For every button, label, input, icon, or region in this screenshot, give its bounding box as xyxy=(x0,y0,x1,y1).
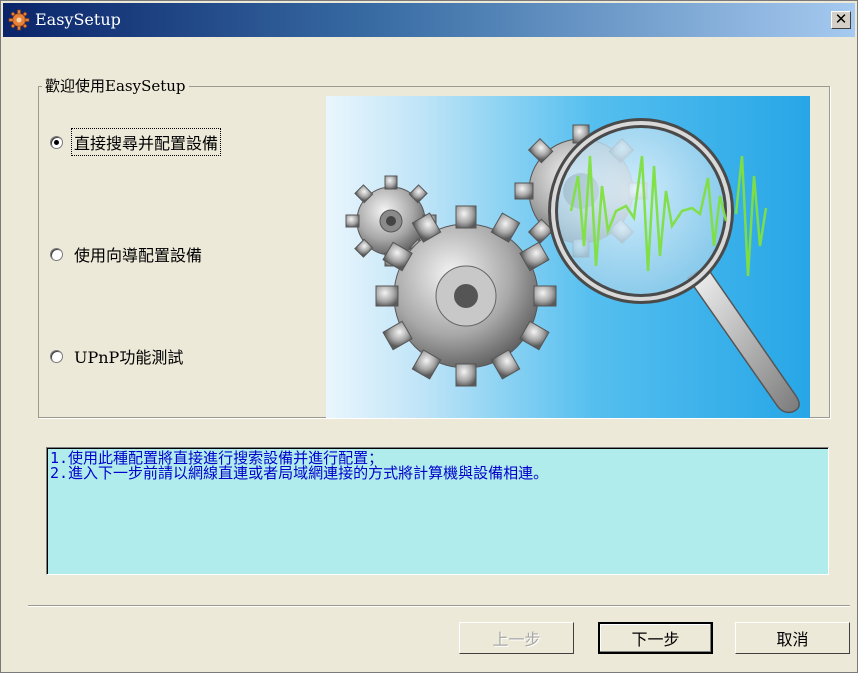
radio-direct-search[interactable]: 直接搜尋并配置設備 xyxy=(50,128,222,156)
radio-button[interactable] xyxy=(50,349,63,363)
next-button[interactable]: 下一步 xyxy=(598,622,713,654)
description-textbox[interactable]: 1.使用此種配置將直接進行搜索設備并進行配置； 2.進入下一步前請以網線直連或者… xyxy=(46,447,829,575)
groupbox-label: 歡迎使用EasySetup xyxy=(42,75,189,96)
gear-icon xyxy=(8,9,30,31)
radio-label[interactable]: UPnP功能測試 xyxy=(72,343,185,369)
prev-button[interactable]: 上一步 xyxy=(459,622,574,654)
radio-label[interactable]: 直接搜尋并配置設備 xyxy=(70,128,222,156)
easysetup-window: EasySetup ✕ 歡迎使用EasySetup 直接搜尋并配置設備 使用向導… xyxy=(0,0,858,673)
separator xyxy=(28,605,850,607)
gears-magnifier-illustration xyxy=(326,96,810,418)
radio-selected-dot xyxy=(54,139,59,145)
gears-magnifier-icon xyxy=(345,118,800,414)
radio-upnp-test[interactable]: UPnP功能測試 xyxy=(50,343,185,369)
cancel-button[interactable]: 取消 xyxy=(735,622,850,654)
radio-button[interactable] xyxy=(50,135,63,149)
radio-wizard-config[interactable]: 使用向導配置設備 xyxy=(50,241,204,267)
radio-label[interactable]: 使用向導配置設備 xyxy=(72,241,204,267)
title-bar: EasySetup ✕ xyxy=(3,3,855,37)
close-button[interactable]: ✕ xyxy=(831,11,851,29)
radio-button[interactable] xyxy=(50,247,63,261)
description-line-2: 2.進入下一步前請以網線直連或者局域網連接的方式將計算機與設備相連。 xyxy=(50,464,549,482)
window-title: EasySetup xyxy=(35,10,121,29)
